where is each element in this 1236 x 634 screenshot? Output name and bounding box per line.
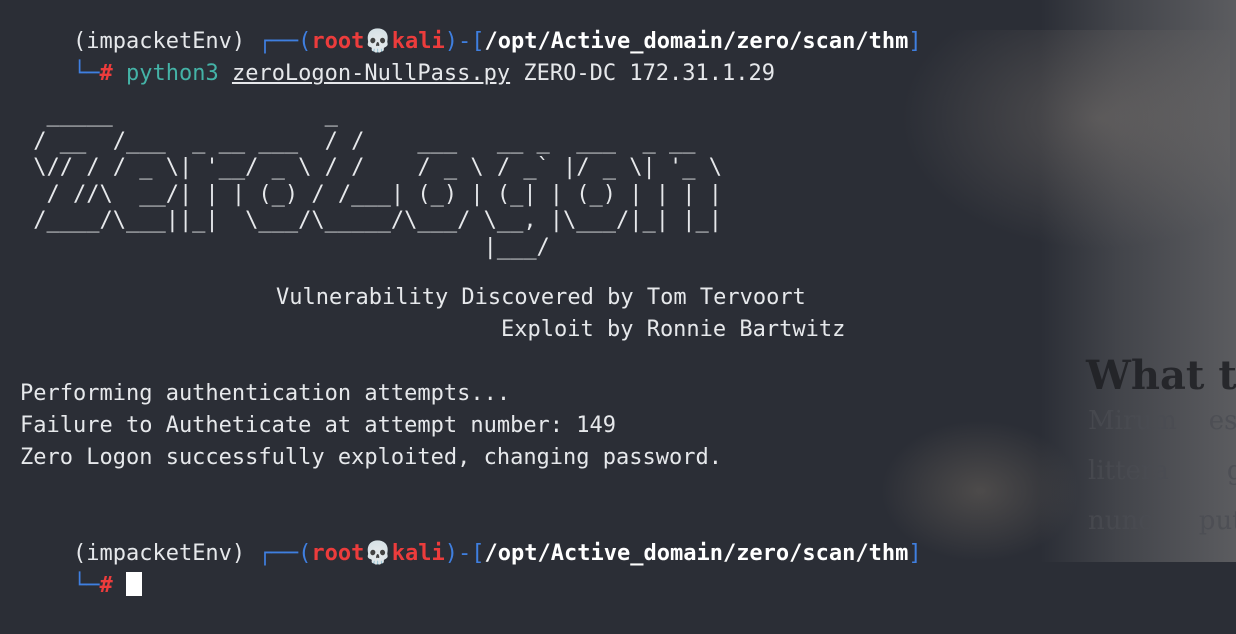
text-cursor[interactable]: [125, 572, 142, 596]
prompt-path: /opt/Active_domain/zero/scan/thm: [484, 541, 909, 566]
prompt-box-bottom: └─: [72, 61, 100, 86]
command-line: └─# python3 zeroLogon-NullPass.py ZERO-D…: [20, 26, 775, 86]
prompt-bracket-close: ]: [908, 541, 922, 566]
prompt-line: (impacketEnv) ┌──(root💀kali)-[/opt/Activ…: [20, 506, 922, 566]
command-script: zeroLogon-NullPass.py: [231, 61, 511, 86]
command-args: ZERO-DC 172.31.1.29: [523, 61, 776, 86]
prompt-host: kali: [391, 541, 445, 566]
prompt-line: (impacketEnv) ┌──(root💀kali)-[/opt/Activ…: [20, 0, 922, 54]
banner-credit-vulnerability: Vulnerability Discovered by Tom Tervoort: [276, 285, 806, 310]
prompt-hash: #: [99, 573, 113, 598]
command-input-line[interactable]: └─#: [20, 538, 142, 598]
prompt-user: root: [311, 541, 365, 566]
terminal-window[interactable]: (impacketEnv) ┌──(root💀kali)-[/opt/Activ…: [0, 0, 1236, 598]
command-name: python3: [125, 61, 219, 86]
output-line: Zero Logon successfully exploited, chang…: [20, 445, 722, 470]
zerologon-ascii-banner: _____ _ / __ /___ _ __ ___ / / ___ __ _ …: [33, 102, 722, 260]
prompt-separator: )-[: [444, 541, 485, 566]
skull-icon: 💀: [364, 541, 392, 566]
banner-credit-exploit: Exploit by Ronnie Bartwitz: [501, 317, 846, 342]
prompt-bracket-close: ]: [908, 29, 922, 54]
output-line: Failure to Autheticate at attempt number…: [20, 413, 617, 438]
prompt-box-top: ┌──(: [258, 541, 312, 566]
output-line: Performing authentication attempts...: [20, 381, 511, 406]
prompt-box-bottom: └─: [72, 573, 100, 598]
prompt-hash: #: [99, 61, 113, 86]
